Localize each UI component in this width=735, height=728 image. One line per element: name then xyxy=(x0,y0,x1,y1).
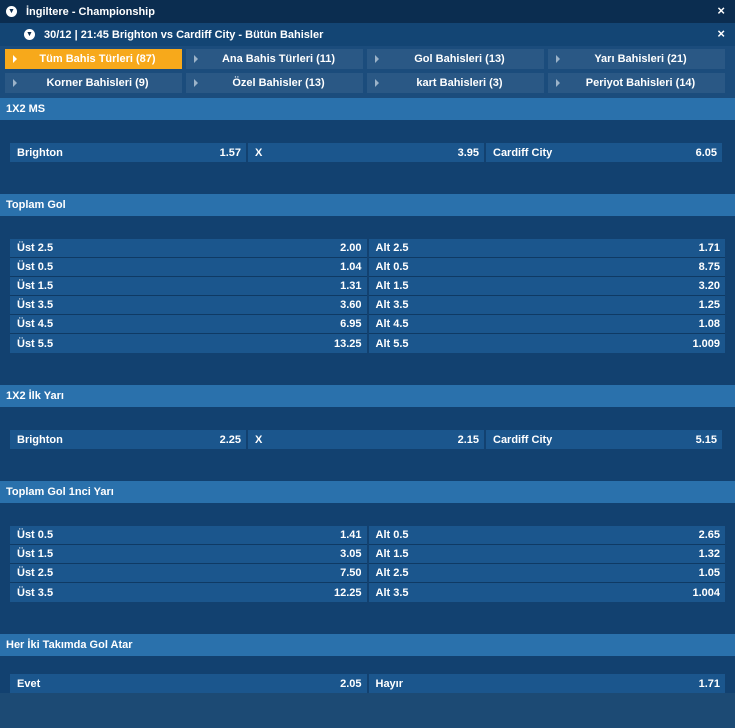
odds-cell-yes[interactable]: Evet 2.05 xyxy=(10,674,367,693)
market-title: Toplam Gol xyxy=(0,194,735,216)
odds-row: Brighton 2.25 X 2.15 Cardiff City 5.15 xyxy=(10,430,725,449)
odds-cell-under[interactable]: Alt 2.5 1.05 xyxy=(368,564,725,583)
bet-type-tabs: Tüm Bahis Türleri (87) Ana Bahis Türleri… xyxy=(0,46,735,98)
odds-row: Üst 2.5 2.00 Alt 2.5 1.71 xyxy=(10,239,725,258)
match-header: ▼ 30/12 | 21:45 Brighton vs Cardiff City… xyxy=(0,23,735,46)
odds-row: Üst 3.5 3.60 Alt 3.5 1.25 xyxy=(10,296,725,315)
chevron-down-icon[interactable]: ▼ xyxy=(24,29,35,40)
triangle-right-icon xyxy=(556,55,560,63)
market-title: 1X2 MS xyxy=(0,98,735,120)
odds-cell-over[interactable]: Üst 2.5 7.50 xyxy=(10,564,367,583)
odds-cell-over[interactable]: Üst 2.5 2.00 xyxy=(10,239,367,258)
league-title: İngiltere - Championship xyxy=(26,5,155,18)
odds-cell-under[interactable]: Alt 1.5 3.20 xyxy=(368,277,725,296)
odds-cell-draw[interactable]: X 2.15 xyxy=(248,430,484,449)
odds-row: Üst 0.5 1.04 Alt 0.5 8.75 xyxy=(10,258,725,277)
odds-cell-under[interactable]: Alt 2.5 1.71 xyxy=(368,239,725,258)
odds-cell-draw[interactable]: X 3.95 xyxy=(248,143,484,162)
odds-cell-under[interactable]: Alt 1.5 1.32 xyxy=(368,545,725,564)
odds-cell-away[interactable]: Cardiff City 5.15 xyxy=(486,430,722,449)
triangle-right-icon xyxy=(194,55,198,63)
market-1x2-ft: 1X2 MS Brighton 1.57 X 3.95 Cardiff City 6.… xyxy=(0,98,735,194)
close-icon[interactable]: × xyxy=(717,27,725,40)
market-title: Her İki Takımda Gol Atar xyxy=(0,634,735,656)
odds-cell-over[interactable]: Üst 3.5 12.25 xyxy=(10,583,367,602)
odds-cell-over[interactable]: Üst 0.5 1.04 xyxy=(10,258,367,277)
match-title: 30/12 | 21:45 Brighton vs Cardiff City -… xyxy=(44,28,324,41)
tab-goal-bets[interactable]: Gol Bahisleri (13) xyxy=(367,49,544,69)
odds-cell-under[interactable]: Alt 0.5 8.75 xyxy=(368,258,725,277)
odds-cell-under[interactable]: Alt 4.5 1.08 xyxy=(368,315,725,334)
triangle-right-icon xyxy=(194,79,198,87)
odds-row: Üst 0.5 1.41 Alt 0.5 2.65 xyxy=(10,526,725,545)
triangle-right-icon xyxy=(375,79,379,87)
market-title: Toplam Gol 1nci Yarı xyxy=(0,481,735,503)
chevron-down-icon[interactable]: ▼ xyxy=(6,6,17,17)
triangle-right-icon xyxy=(375,55,379,63)
odds-cell-under[interactable]: Alt 0.5 2.65 xyxy=(368,526,725,545)
odds-cell-under[interactable]: Alt 3.5 1.25 xyxy=(368,296,725,315)
odds-cell-under[interactable]: Alt 3.5 1.004 xyxy=(368,583,725,602)
odds-row: Üst 5.5 13.25 Alt 5.5 1.009 xyxy=(10,334,725,353)
market-total-goals-ht: Toplam Gol 1nci Yarı Üst 0.5 1.41 Alt 0.5 2… xyxy=(0,481,735,634)
odds-row: Üst 3.5 12.25 Alt 3.5 1.004 xyxy=(10,583,725,602)
odds-cell-over[interactable]: Üst 1.5 3.05 xyxy=(10,545,367,564)
odds-row: Brighton 1.57 X 3.95 Cardiff City 6.05 xyxy=(10,143,725,162)
odds-row: Evet 2.05 Hayır 1.71 xyxy=(10,674,725,693)
triangle-right-icon xyxy=(13,55,17,63)
odds-row: Üst 4.5 6.95 Alt 4.5 1.08 xyxy=(10,315,725,334)
market-total-goals: Toplam Gol Üst 2.5 2.00 Alt 2.5 1.71 Üst 0.5… xyxy=(0,194,735,385)
tab-period-bets[interactable]: Periyot Bahisleri (14) xyxy=(548,73,725,93)
tab-half-bets[interactable]: Yarı Bahisleri (21) xyxy=(548,49,725,69)
odds-cell-over[interactable]: Üst 1.5 1.31 xyxy=(10,277,367,296)
odds-cell-under[interactable]: Alt 5.5 1.009 xyxy=(368,334,725,353)
odds-cell-home[interactable]: Brighton 2.25 xyxy=(10,430,246,449)
odds-cell-no[interactable]: Hayır 1.71 xyxy=(368,674,725,693)
odds-cell-over[interactable]: Üst 0.5 1.41 xyxy=(10,526,367,545)
odds-row: Üst 1.5 1.31 Alt 1.5 3.20 xyxy=(10,277,725,296)
market-title: 1X2 İlk Yarı xyxy=(0,385,735,407)
tab-special-bets[interactable]: Özel Bahisler (13) xyxy=(186,73,363,93)
triangle-right-icon xyxy=(13,79,17,87)
odds-row: Üst 1.5 3.05 Alt 1.5 1.32 xyxy=(10,545,725,564)
tab-corner-bets[interactable]: Korner Bahisleri (9) xyxy=(5,73,182,93)
market-1x2-ht: 1X2 İlk Yarı Brighton 2.25 X 2.15 Cardiff … xyxy=(0,385,735,481)
close-icon[interactable]: × xyxy=(717,4,725,17)
market-btts: Her İki Takımda Gol Atar Evet 2.05 Hayır 1… xyxy=(0,634,735,693)
league-header: ▼ İngiltere - Championship × xyxy=(0,0,735,23)
tab-all-bets[interactable]: Tüm Bahis Türleri (87) xyxy=(5,49,182,69)
triangle-right-icon xyxy=(556,79,560,87)
odds-row: Üst 2.5 7.50 Alt 2.5 1.05 xyxy=(10,564,725,583)
odds-cell-home[interactable]: Brighton 1.57 xyxy=(10,143,246,162)
tab-card-bets[interactable]: kart Bahisleri (3) xyxy=(367,73,544,93)
tab-main-bets[interactable]: Ana Bahis Türleri (11) xyxy=(186,49,363,69)
odds-cell-away[interactable]: Cardiff City 6.05 xyxy=(486,143,722,162)
odds-cell-over[interactable]: Üst 4.5 6.95 xyxy=(10,315,367,334)
odds-cell-over[interactable]: Üst 5.5 13.25 xyxy=(10,334,367,353)
odds-cell-over[interactable]: Üst 3.5 3.60 xyxy=(10,296,367,315)
